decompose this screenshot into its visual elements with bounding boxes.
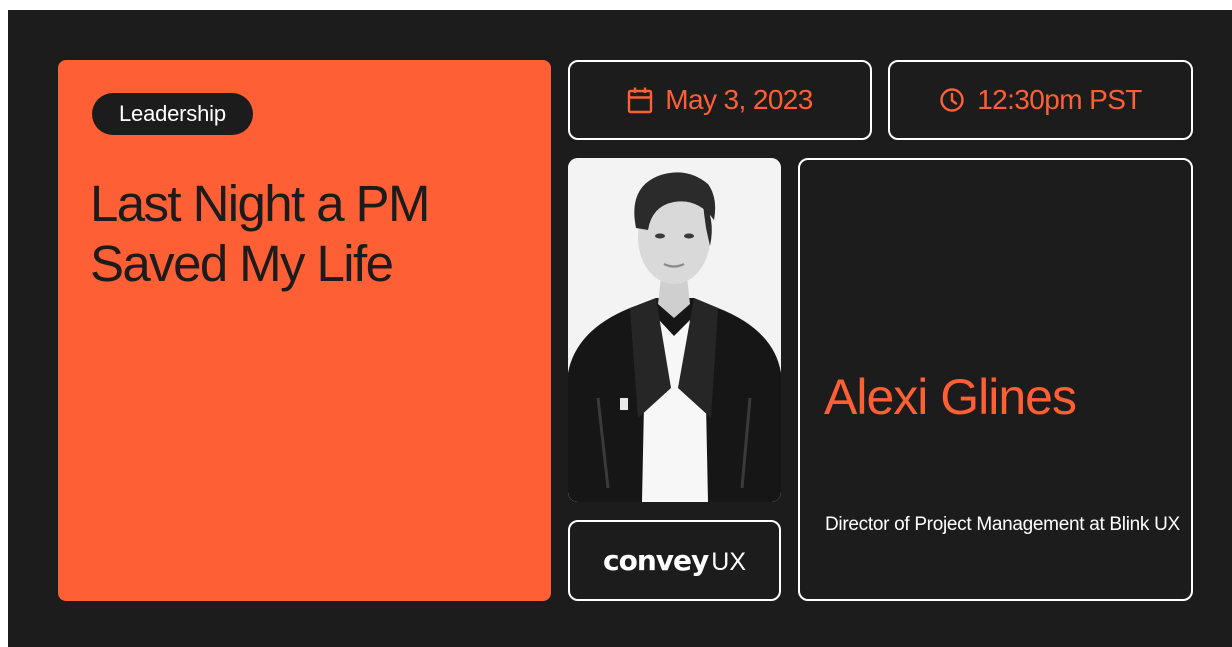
speaker-card: Alexi Glines Director of Project Managem… [798, 158, 1193, 601]
logo-wordmark: convey [603, 544, 709, 577]
time-box: 12:30pm PST [888, 60, 1193, 140]
logo-suffix: UX [711, 547, 746, 576]
calendar-icon [627, 87, 653, 114]
speaker-role: Director of Project Management at Blink … [825, 514, 1180, 535]
category-tag: Leadership [92, 93, 253, 135]
speaker-name: Alexi Glines [824, 369, 1077, 425]
event-date: May 3, 2023 [665, 84, 813, 115]
session-title: Last Night a PM Saved My Life [90, 175, 430, 292]
convey-ux-logo: convey UX [570, 522, 779, 599]
session-card: Leadership Last Night a PM Saved My Life [58, 60, 551, 601]
event-time: 12:30pm PST [977, 84, 1142, 115]
date-box: May 3, 2023 [568, 60, 872, 140]
brand-box: convey UX [568, 520, 781, 601]
speaker-photo [568, 158, 781, 502]
clock-icon [939, 87, 965, 113]
